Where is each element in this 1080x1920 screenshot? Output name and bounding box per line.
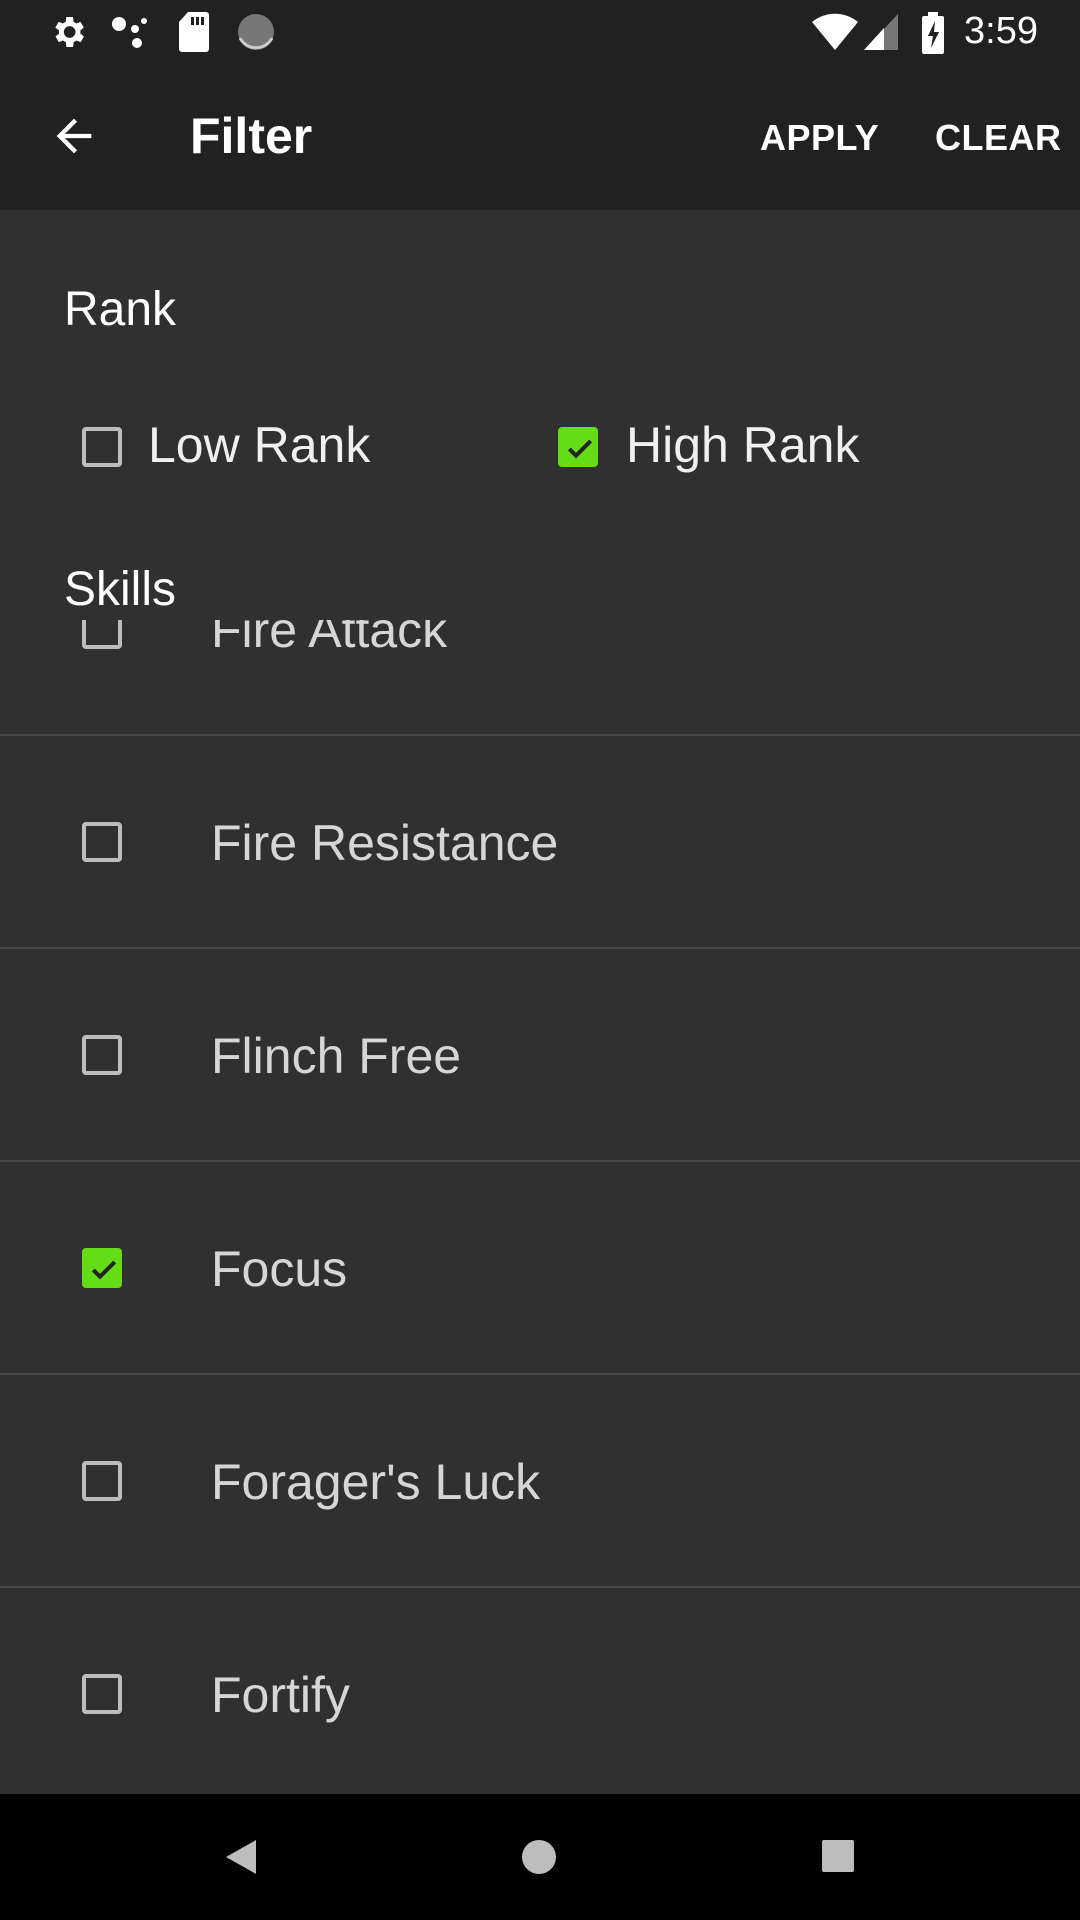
clear-button[interactable]: CLEAR [935, 117, 1062, 159]
list-item[interactable]: Focus [0, 1162, 1080, 1375]
navigation-bar [0, 1794, 1080, 1920]
page-title: Filter [190, 108, 313, 164]
skill-label: Flinch Free [211, 1028, 462, 1084]
nav-back-icon[interactable] [224, 1838, 258, 1876]
loading-circle-icon [238, 14, 274, 50]
skill-label: Forager's Luck [211, 1454, 541, 1510]
low-rank-checkbox[interactable] [82, 427, 122, 467]
list-item[interactable]: Forager's Luck [0, 1375, 1080, 1588]
skill-label: Focus [211, 1241, 348, 1297]
toolbar: Filter APPLY CLEAR [0, 63, 1080, 210]
checkbox[interactable] [82, 620, 122, 649]
wifi-icon [812, 13, 858, 50]
checkmark-icon [91, 1260, 117, 1280]
rank-heading: Rank [64, 283, 177, 336]
gear-icon [55, 17, 84, 47]
skills-list[interactable]: Fire Attack Fire Resistance Flinch Free … [0, 620, 1080, 1794]
skill-label: Fire Attack [211, 620, 448, 658]
checkmark-icon [567, 439, 593, 459]
nav-recents-icon[interactable] [822, 1840, 854, 1872]
checkbox[interactable] [82, 1461, 122, 1501]
checkbox[interactable] [82, 822, 122, 862]
status-bar: 3:59 [0, 0, 1080, 63]
skill-label: Fire Resistance [211, 815, 559, 871]
list-item[interactable]: Fortify [0, 1588, 1080, 1794]
checkbox[interactable] [82, 1248, 122, 1288]
list-item[interactable]: Fire Resistance [0, 736, 1080, 949]
high-rank-checkbox[interactable] [558, 427, 598, 467]
checkbox[interactable] [82, 1035, 122, 1075]
battery-charging-icon [922, 12, 944, 54]
sd-card-icon [179, 12, 209, 52]
skills-heading: Skills [64, 563, 177, 616]
high-rank-label: High Rank [626, 417, 860, 473]
nav-home-icon[interactable] [521, 1839, 557, 1875]
list-item[interactable]: Fire Attack [0, 620, 1080, 736]
skill-label: Fortify [211, 1667, 350, 1723]
cell-signal-icon [864, 14, 898, 50]
low-rank-label: Low Rank [148, 417, 371, 473]
assistant-dots-icon [112, 17, 147, 48]
clock: 3:59 [964, 10, 1038, 52]
back-arrow-icon[interactable] [48, 110, 100, 162]
checkbox[interactable] [82, 1674, 122, 1714]
apply-button[interactable]: APPLY [760, 117, 879, 159]
list-item[interactable]: Flinch Free [0, 949, 1080, 1162]
